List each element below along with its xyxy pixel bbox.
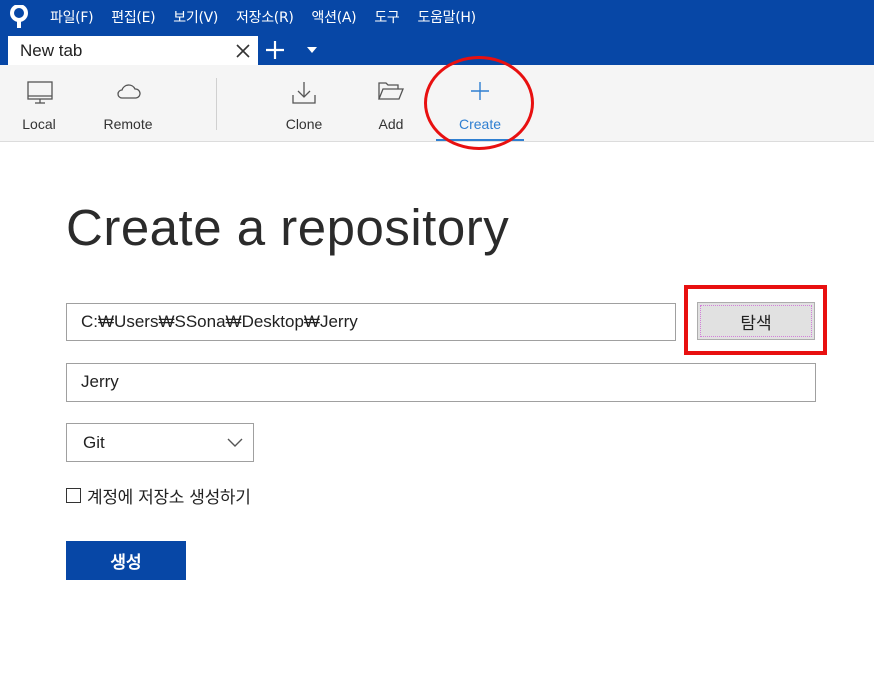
menu-bar: 파일(F) 편집(E) 보기(V) 저장소(R) 액션(A) 도구 도움말(H) [0, 0, 874, 33]
toolbar-separator [216, 78, 217, 130]
menu-view[interactable]: 보기(V) [173, 7, 218, 27]
menu-edit[interactable]: 편집(E) [111, 7, 155, 27]
clone-button[interactable]: Clone [276, 65, 332, 142]
vcs-type-select[interactable]: Git [66, 423, 254, 462]
local-button[interactable]: Local [10, 65, 68, 142]
chevron-down-icon[interactable] [306, 46, 318, 54]
destination-path-input[interactable]: C:₩Users₩SSona₩Desktop₩Jerry [66, 303, 676, 341]
add-button[interactable]: Add [366, 65, 416, 142]
repo-name-input[interactable]: Jerry [66, 363, 816, 402]
create-account-repo-label[interactable]: 계정에 저장소 생성하기 [87, 483, 251, 508]
menu-items: 파일(F) 편집(E) 보기(V) 저장소(R) 액션(A) 도구 도움말(H) [50, 0, 494, 33]
vcs-type-value: Git [83, 433, 105, 452]
destination-path-value: C:₩Users₩SSona₩Desktop₩Jerry [81, 312, 358, 331]
create-account-repo-row: 계정에 저장소 생성하기 [66, 483, 251, 508]
remote-label: Remote [103, 116, 153, 132]
menu-help[interactable]: 도움말(H) [417, 7, 476, 27]
create-button[interactable]: 생성 [66, 541, 186, 580]
add-label: Add [378, 116, 404, 132]
menu-tools[interactable]: 도구 [374, 7, 399, 27]
clone-label: Clone [285, 116, 323, 132]
local-label: Local [22, 116, 56, 132]
menu-actions[interactable]: 액션(A) [312, 7, 357, 27]
monitor-icon [27, 81, 53, 104]
app-logo-icon[interactable] [9, 5, 29, 29]
download-icon [292, 82, 316, 104]
menu-repository[interactable]: 저장소(R) [236, 7, 294, 27]
tab-new-tab[interactable]: New tab [8, 36, 258, 65]
chevron-down-icon [227, 438, 243, 447]
annotation-circle [424, 56, 534, 150]
repo-name-value: Jerry [81, 372, 119, 391]
menu-file[interactable]: 파일(F) [50, 7, 94, 27]
close-icon[interactable] [236, 44, 250, 58]
tab-label: New tab [20, 41, 83, 60]
create-account-repo-checkbox[interactable] [66, 487, 81, 503]
plus-icon[interactable] [265, 40, 285, 60]
page-title: Create a repository [66, 199, 510, 256]
remote-button[interactable]: Remote [96, 65, 160, 142]
browse-button[interactable]: 탐색 [697, 302, 815, 340]
folder-open-icon [378, 82, 404, 100]
tab-strip: New tab [0, 33, 874, 65]
cloud-icon [117, 84, 141, 99]
